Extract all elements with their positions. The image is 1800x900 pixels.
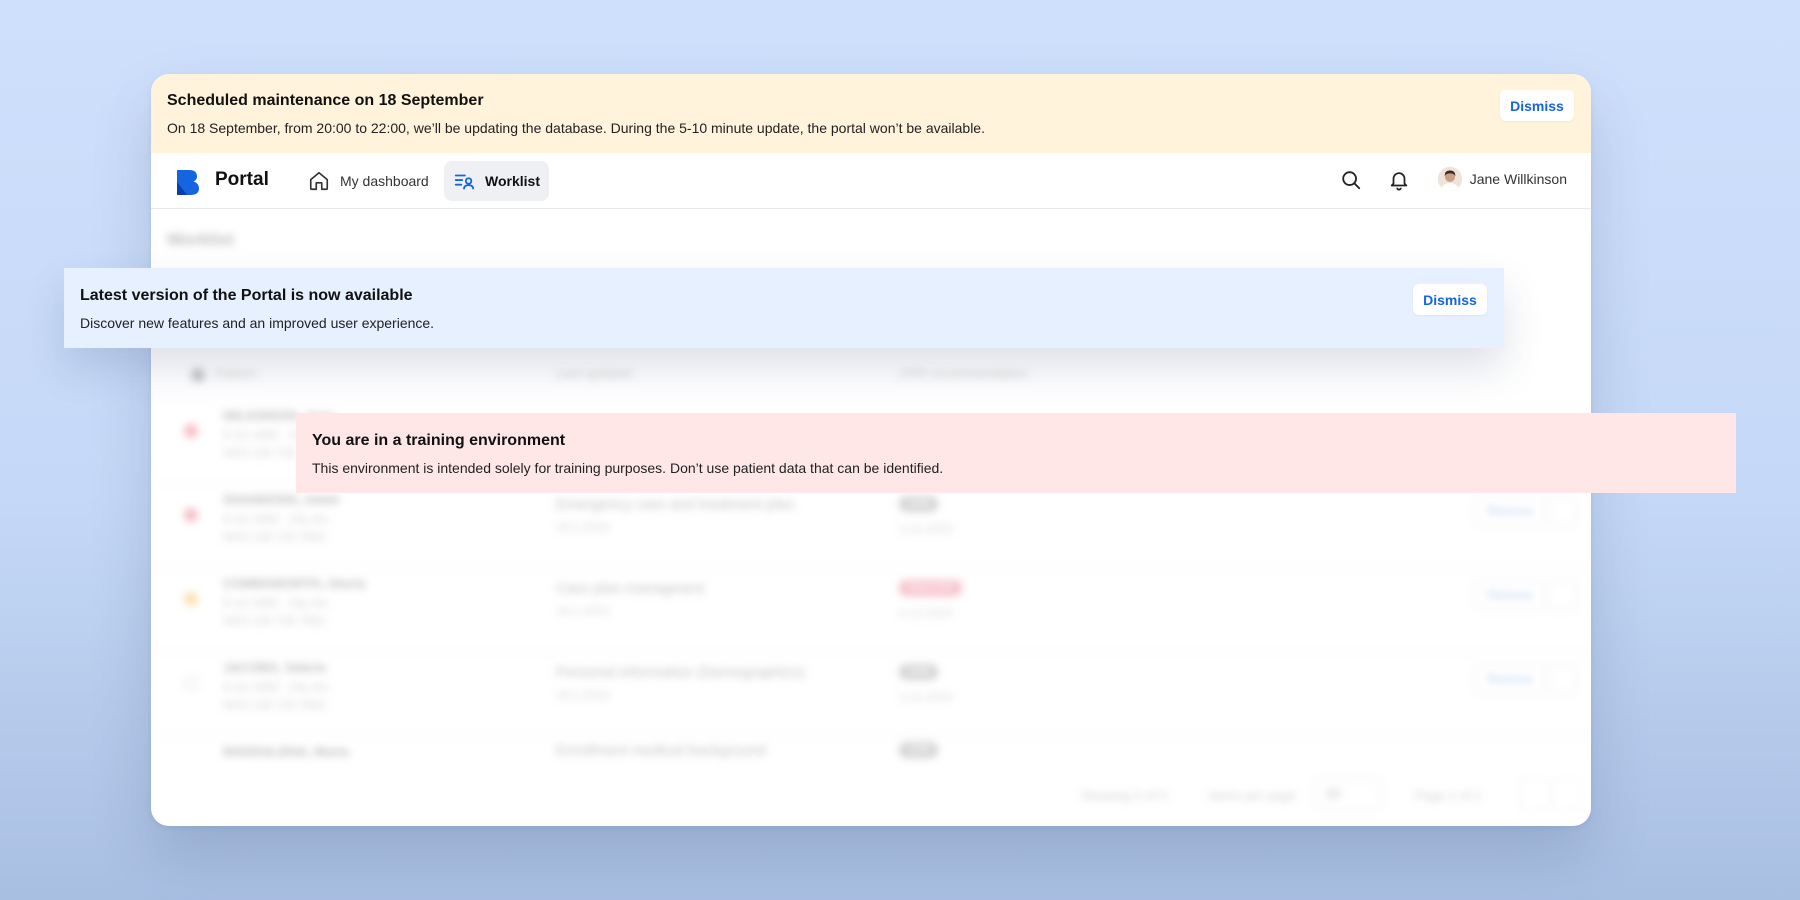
- avatar: [1437, 167, 1462, 191]
- cpr-date: 3.12.2024: [899, 690, 953, 704]
- last-updated-title: Emergency care and treatment plan: [556, 496, 795, 513]
- table-row[interactable]: COMBSWORTH, Gloria 8 Jul 1993 · 24y 4m N…: [151, 568, 1591, 652]
- status-dot: [184, 424, 198, 438]
- last-updated-date: 18.1.2024: [556, 604, 610, 618]
- showing-count: Showing 5 of 5: [1081, 788, 1168, 803]
- patient-dob: 8 Jul 1993 · 24y 4m: [223, 596, 329, 610]
- brand-name: Portal: [215, 169, 269, 190]
- nav-item-label: My dashboard: [340, 173, 429, 189]
- column-header-cpr[interactable]: CPR recommendation: [899, 366, 1027, 381]
- portal-dismiss-button[interactable]: Dismiss: [1413, 284, 1487, 315]
- user-menu[interactable]: Jane Willkinson: [1437, 167, 1567, 191]
- nav-item-label: Worklist: [485, 173, 540, 189]
- cpr-badge: CPR: [899, 742, 939, 758]
- bell-icon[interactable]: [1388, 169, 1410, 191]
- cpr-badge: CPR: [899, 664, 939, 680]
- cpr-date: 3.12.2024: [899, 606, 953, 620]
- patient-name: JACOBS, Valerie: [223, 660, 327, 675]
- remove-button[interactable]: Remove: [1475, 580, 1545, 610]
- table-row[interactable]: JACOBS, Valerie 8 Jul 1993 · 24y 4m NHS …: [151, 652, 1591, 736]
- patient-nhs: NHS 139 728 7652: [223, 530, 326, 544]
- last-updated-date: 18.1.2024: [556, 520, 610, 534]
- cpr-badge: CPR: [899, 496, 939, 512]
- status-dot: [184, 676, 198, 690]
- status-dot: [184, 592, 198, 606]
- page-title: Worklist: [167, 230, 234, 249]
- portal-update-banner: Latest version of the Portal is now avai…: [64, 268, 1504, 348]
- remove-button[interactable]: Remove: [1475, 664, 1545, 694]
- search-icon[interactable]: [1340, 169, 1362, 191]
- status-dot: [184, 508, 198, 522]
- maintenance-banner-title: Scheduled maintenance on 18 September: [167, 92, 484, 109]
- nav-item-my-dashboard[interactable]: My dashboard: [299, 161, 438, 201]
- items-per-page-select[interactable]: 20: [1315, 778, 1381, 810]
- page-indicator: Page 1 of 1: [1415, 788, 1482, 803]
- table-row[interactable]: SHANNONS, Adele 8 Jul 1993 · 24y 4m NHS …: [151, 484, 1591, 568]
- last-updated-title: Care plan managment: [556, 580, 705, 597]
- portal-banner-text: Discover new features and an improved us…: [80, 315, 435, 331]
- patient-dob: 8 Jul 1993 · 24y 4m: [223, 680, 329, 694]
- patient-dob: 8 Jul 1993 · 24y 4m: [223, 512, 329, 526]
- user-avatar-icon: [1437, 167, 1462, 191]
- nav-item-worklist[interactable]: Worklist: [444, 161, 549, 201]
- last-updated-date: 18.1.2024: [556, 688, 610, 702]
- home-icon: [309, 171, 329, 191]
- more-button[interactable]: [1547, 580, 1577, 610]
- last-updated-title: Enrollment medical background: [556, 742, 767, 759]
- next-page-button[interactable]: [1553, 778, 1581, 810]
- column-header-last-updated[interactable]: Last updated: [556, 366, 631, 381]
- user-name: Jane Willkinson: [1469, 171, 1567, 187]
- items-per-page-label: Items per page: [1209, 788, 1296, 803]
- table-row[interactable]: MADDALENA, Marta Enrollment medical back…: [151, 736, 1591, 760]
- portal-banner-title: Latest version of the Portal is now avai…: [80, 287, 413, 304]
- patient-name: MADDALENA, Marta: [223, 744, 349, 759]
- prev-page-button[interactable]: [1521, 778, 1549, 810]
- maintenance-banner: Scheduled maintenance on 18 September On…: [151, 74, 1591, 153]
- more-button[interactable]: [1547, 496, 1577, 526]
- cpr-date: 3.12.2023: [899, 522, 953, 536]
- patient-name: COMBSWORTH, Gloria: [223, 576, 366, 591]
- training-banner-title: You are in a training environment: [312, 432, 566, 449]
- top-nav: Portal My dashboard Worklist Jane Willki…: [151, 153, 1591, 209]
- patient-name: SHANNONS, Adele: [223, 492, 340, 507]
- maintenance-dismiss-button[interactable]: Dismiss: [1500, 90, 1574, 121]
- patient-nhs: NHS 139 728 7652: [223, 698, 326, 712]
- patient-nhs: NHS 139 728 7652: [223, 614, 326, 628]
- training-banner-text: This environment is intended solely for …: [312, 460, 944, 476]
- more-button[interactable]: [1547, 664, 1577, 694]
- cpr-badge: DNACPR: [899, 580, 963, 596]
- brand-logo-icon: [177, 170, 199, 195]
- worklist-icon: [454, 174, 475, 190]
- column-header-patient[interactable]: Patient: [215, 366, 255, 381]
- remove-button[interactable]: Remove: [1475, 496, 1545, 526]
- maintenance-banner-text: On 18 September, from 20:00 to 22:00, we…: [167, 120, 985, 136]
- training-environment-banner: You are in a training environment This e…: [296, 413, 1736, 493]
- last-updated-title: Personal information (Demographics): [556, 664, 805, 681]
- select-all-checkbox[interactable]: [191, 368, 205, 382]
